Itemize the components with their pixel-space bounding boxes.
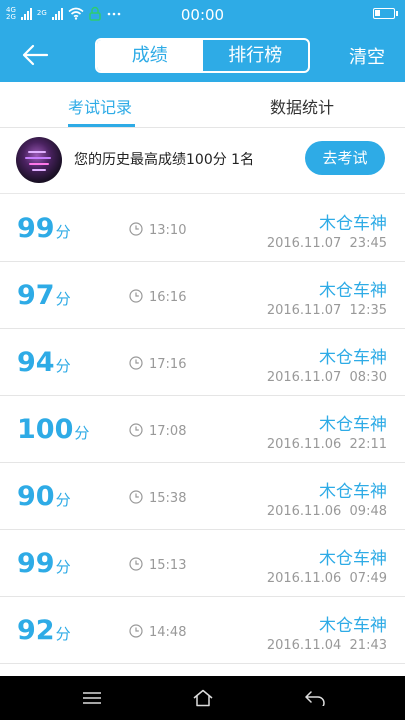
record-date: 2016.11.07 08:30 (266, 370, 387, 385)
record-duration: 15:13 (149, 558, 187, 573)
record-row[interactable]: 97分 16:16 木仓车神 2016.11.07 12:35 (0, 262, 405, 329)
active-tab-indicator (68, 124, 135, 127)
record-score: 97分 (17, 281, 71, 314)
record-row[interactable]: 90分 15:38 木仓车神 2016.11.06 09:48 (0, 463, 405, 530)
system-nav-bar (0, 676, 405, 720)
sub-tabs: 考试记录 数据统计 (0, 82, 405, 128)
back-icon (305, 691, 325, 706)
record-score: 90分 (17, 482, 71, 515)
record-duration: 14:48 (149, 625, 187, 640)
clock-icon (129, 222, 143, 236)
score-unit: 分 (55, 491, 71, 509)
clock-icon (129, 356, 143, 370)
back-button[interactable] (18, 40, 52, 70)
best-score-banner: 您的历史最高成绩100分 1名 去考试 (0, 128, 405, 194)
tab-ranking[interactable]: 排行榜 (203, 40, 309, 71)
segment-control: 成绩 排行榜 (95, 38, 310, 73)
tab-exam-records[interactable]: 考试记录 (68, 94, 132, 118)
clock-icon (129, 423, 143, 437)
score-unit: 分 (55, 625, 71, 643)
record-date: 2016.11.06 09:48 (266, 504, 387, 519)
record-duration: 13:10 (149, 223, 187, 238)
score-value: 90 (17, 481, 55, 512)
clock-icon (129, 289, 143, 303)
record-score: 94分 (17, 348, 71, 381)
clock-icon (129, 490, 143, 504)
app-header: 成绩 排行榜 清空 (0, 30, 405, 82)
tab-scores[interactable]: 成绩 (97, 40, 203, 71)
record-username: 木仓车神 (319, 549, 387, 569)
status-bar: 4G 2G 2G 00:00 (0, 0, 405, 30)
record-username: 木仓车神 (319, 482, 387, 502)
score-value: 94 (17, 347, 55, 378)
record-username: 木仓车神 (319, 281, 387, 301)
score-unit: 分 (55, 558, 71, 576)
score-unit: 分 (55, 357, 71, 375)
menu-icon (83, 692, 101, 704)
clock-icon (129, 557, 143, 571)
record-duration: 17:16 (149, 357, 187, 372)
clear-button[interactable]: 清空 (349, 43, 385, 69)
record-row[interactable]: 94分 17:16 木仓车神 2016.11.07 08:30 (0, 329, 405, 396)
score-value: 100 (17, 414, 74, 445)
record-date: 2016.11.06 07:49 (266, 571, 387, 586)
take-exam-button[interactable]: 去考试 (305, 141, 385, 175)
record-duration: 15:38 (149, 491, 187, 506)
record-score: 99分 (17, 549, 71, 582)
score-value: 99 (17, 213, 55, 244)
record-username: 木仓车神 (319, 415, 387, 435)
record-date: 2016.11.06 22:11 (266, 437, 387, 452)
record-row[interactable]: 99分 13:10 木仓车神 2016.11.07 23:45 (0, 195, 405, 262)
score-value: 99 (17, 548, 55, 579)
score-unit: 分 (55, 223, 71, 241)
record-score: 99分 (17, 214, 71, 247)
nav-home-button[interactable] (190, 686, 216, 710)
score-unit: 分 (74, 424, 90, 442)
home-icon (193, 689, 213, 707)
status-time: 00:00 (180, 6, 225, 24)
nav-menu-button[interactable] (79, 686, 105, 710)
arrow-left-icon (22, 44, 49, 66)
battery-icon (373, 8, 398, 19)
record-username: 木仓车神 (319, 214, 387, 234)
record-date: 2016.11.07 12:35 (266, 303, 387, 318)
record-duration: 16:16 (149, 290, 187, 305)
exam-record-list: 99分 13:10 木仓车神 2016.11.07 23:45 97分 16:16 木仓车神… (0, 195, 405, 664)
record-row[interactable]: 100分 17:08 木仓车神 2016.11.06 22:11 (0, 396, 405, 463)
record-duration: 17:08 (149, 424, 187, 439)
clock-icon (129, 624, 143, 638)
avatar (16, 137, 62, 183)
record-row[interactable]: 99分 15:13 木仓车神 2016.11.06 07:49 (0, 530, 405, 597)
record-username: 木仓车神 (319, 616, 387, 636)
record-date: 2016.11.07 23:45 (266, 236, 387, 251)
record-date: 2016.11.04 21:43 (266, 638, 387, 653)
score-value: 97 (17, 280, 55, 311)
record-row[interactable]: 92分 14:48 木仓车神 2016.11.04 21:43 (0, 597, 405, 664)
tab-statistics[interactable]: 数据统计 (270, 94, 334, 118)
score-unit: 分 (55, 290, 71, 308)
best-score-text: 您的历史最高成绩100分 1名 (74, 152, 255, 168)
record-username: 木仓车神 (319, 348, 387, 368)
record-score: 92分 (17, 616, 71, 649)
nav-back-button[interactable] (302, 686, 328, 710)
record-score: 100分 (17, 415, 89, 448)
score-value: 92 (17, 615, 55, 646)
